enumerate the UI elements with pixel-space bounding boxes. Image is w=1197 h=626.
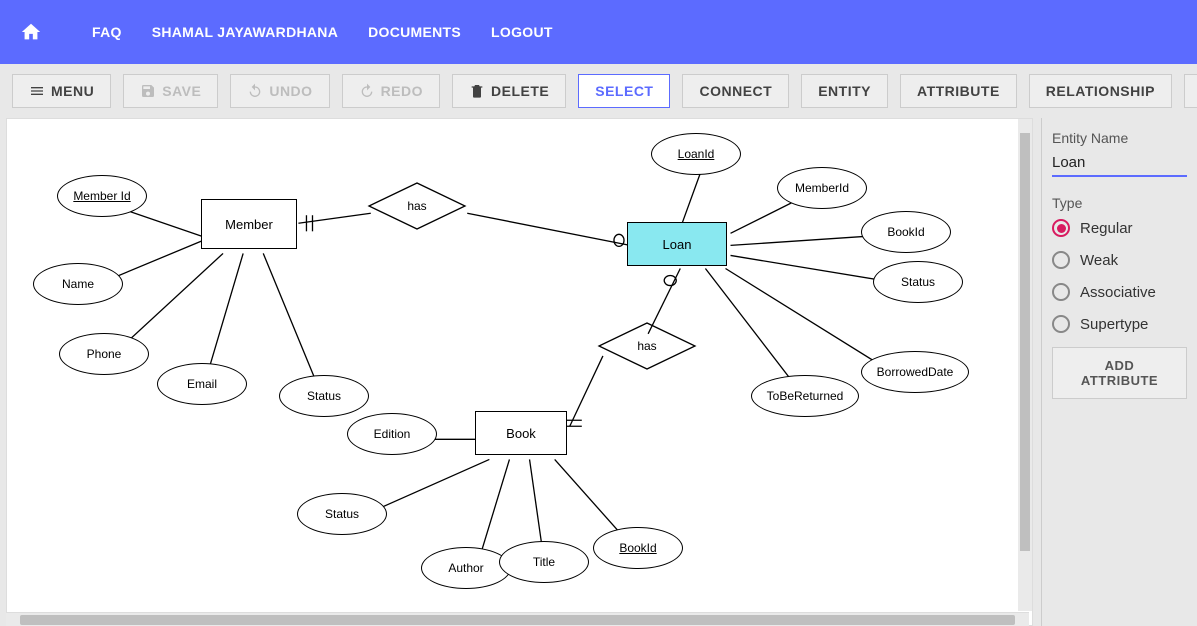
attribute-button[interactable]: ATTRIBUTE: [900, 74, 1017, 108]
scrollbar-horizontal[interactable]: [6, 612, 1029, 626]
attr-member-id[interactable]: Member Id: [57, 175, 147, 217]
menu-icon: [29, 83, 45, 99]
undo-label: UNDO: [269, 83, 312, 99]
delete-label: DELETE: [491, 83, 549, 99]
rel-has2-label: has: [637, 339, 656, 353]
nav-logout[interactable]: LOGOUT: [491, 24, 553, 40]
entity-button[interactable]: ENTITY: [801, 74, 888, 108]
radio-icon: [1052, 251, 1070, 269]
attr-memberid[interactable]: MemberId: [777, 167, 867, 209]
properties-panel: Entity Name Type Regular Weak Associativ…: [1041, 118, 1197, 626]
relationship-button[interactable]: RELATIONSHIP: [1029, 74, 1172, 108]
add-attribute-button[interactable]: ADD ATTRIBUTE: [1052, 347, 1187, 399]
canvas[interactable]: Member Loan Book has has Member Id Name …: [6, 118, 1033, 626]
attr-status-loan[interactable]: Status: [873, 261, 963, 303]
undo-icon: [247, 83, 263, 99]
rel-has1-label: has: [407, 199, 426, 213]
delete-button[interactable]: DELETE: [452, 74, 566, 108]
entity-member[interactable]: Member: [201, 199, 297, 249]
type-associative[interactable]: Associative: [1052, 283, 1187, 301]
label-button[interactable]: LABEL: [1184, 74, 1197, 108]
select-button[interactable]: SELECT: [578, 74, 670, 108]
home-icon[interactable]: [20, 21, 42, 43]
attr-name[interactable]: Name: [33, 263, 123, 305]
entity-loan[interactable]: Loan: [627, 222, 727, 266]
attr-bookid-loan[interactable]: BookId: [861, 211, 951, 253]
redo-icon: [359, 83, 375, 99]
redo-label: REDO: [381, 83, 423, 99]
nav-documents[interactable]: DOCUMENTS: [368, 24, 461, 40]
attr-loan-id[interactable]: LoanId: [651, 133, 741, 175]
menu-label: MENU: [51, 83, 94, 99]
save-button: SAVE: [123, 74, 218, 108]
rel-has-1[interactable]: has: [367, 181, 467, 231]
attr-email[interactable]: Email: [157, 363, 247, 405]
type-label: Type: [1052, 195, 1187, 211]
radio-icon: [1052, 283, 1070, 301]
undo-button: UNDO: [230, 74, 329, 108]
attr-title[interactable]: Title: [499, 541, 589, 583]
type-weak[interactable]: Weak: [1052, 251, 1187, 269]
attr-phone[interactable]: Phone: [59, 333, 149, 375]
trash-icon: [469, 83, 485, 99]
rel-has-2[interactable]: has: [597, 321, 697, 371]
type-regular[interactable]: Regular: [1052, 219, 1187, 237]
entity-book[interactable]: Book: [475, 411, 567, 455]
connect-button[interactable]: CONNECT: [682, 74, 789, 108]
save-icon: [140, 83, 156, 99]
redo-button: REDO: [342, 74, 440, 108]
entity-name-input[interactable]: [1052, 150, 1187, 177]
nav-user[interactable]: SHAMAL JAYAWARDHANA: [152, 24, 338, 40]
type-supertype[interactable]: Supertype: [1052, 315, 1187, 333]
attr-edition[interactable]: Edition: [347, 413, 437, 455]
attr-borroweddate[interactable]: BorrowedDate: [861, 351, 969, 393]
attr-status-book[interactable]: Status: [297, 493, 387, 535]
scrollbar-vertical[interactable]: [1018, 119, 1032, 611]
save-label: SAVE: [162, 83, 201, 99]
radio-icon: [1052, 315, 1070, 333]
radio-icon: [1052, 219, 1070, 237]
attr-author[interactable]: Author: [421, 547, 511, 589]
attr-tobereturned[interactable]: ToBeReturned: [751, 375, 859, 417]
nav-faq[interactable]: FAQ: [92, 24, 122, 40]
attr-status-member[interactable]: Status: [279, 375, 369, 417]
entity-name-label: Entity Name: [1052, 130, 1187, 146]
attr-bookid-book[interactable]: BookId: [593, 527, 683, 569]
menu-button[interactable]: MENU: [12, 74, 111, 108]
